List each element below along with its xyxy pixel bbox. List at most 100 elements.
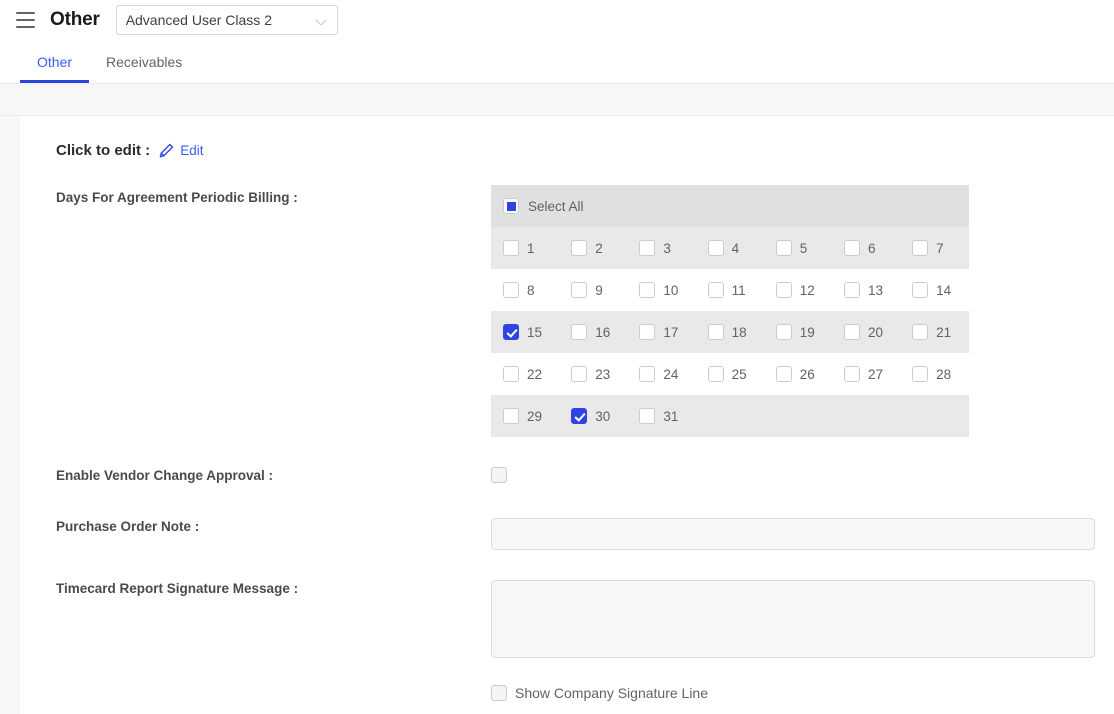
day-label-17: 17 <box>663 324 679 340</box>
day-cell-30[interactable]: 30 <box>559 408 627 424</box>
day-cell-11[interactable]: 11 <box>696 282 764 298</box>
day-label-1: 1 <box>527 240 535 256</box>
day-checkbox-17[interactable] <box>639 324 656 340</box>
day-cell-16[interactable]: 16 <box>559 324 627 340</box>
day-cell-9[interactable]: 9 <box>559 282 627 298</box>
days-grid-row: 8 9 10 11 12 13 14 <box>491 269 969 311</box>
day-cell-2[interactable]: 2 <box>559 240 627 256</box>
page-title: Other <box>50 9 100 30</box>
timecard-signature-textarea[interactable] <box>491 580 1095 658</box>
day-checkbox-4[interactable] <box>707 240 724 256</box>
day-label-5: 5 <box>799 240 808 256</box>
day-checkbox-5[interactable] <box>775 240 792 256</box>
vendor-approval-checkbox[interactable] <box>491 467 507 483</box>
day-label-20: 20 <box>867 324 883 340</box>
select-all-checkbox[interactable] <box>503 198 519 214</box>
day-checkbox-16[interactable] <box>571 324 588 340</box>
day-checkbox-26[interactable] <box>775 366 792 382</box>
day-checkbox-18[interactable] <box>707 324 724 340</box>
days-billing-control: Select All 1 2 3 4 5 6 7 8 9 10 11 12 13 14 15 16 17 18 19… <box>491 185 1094 437</box>
day-cell-29[interactable]: 29 <box>491 408 559 424</box>
user-class-select[interactable]: Advanced User Class 2 <box>115 5 338 35</box>
day-checkbox-12[interactable] <box>775 282 792 298</box>
day-checkbox-7[interactable] <box>912 240 929 256</box>
day-checkbox-29[interactable] <box>503 408 519 424</box>
day-cell-6[interactable]: 6 <box>832 240 900 256</box>
day-cell-18[interactable]: 18 <box>696 324 764 340</box>
day-cell-31[interactable]: 31 <box>627 408 695 424</box>
day-cell-17[interactable]: 17 <box>627 324 695 340</box>
day-checkbox-14[interactable] <box>912 282 929 298</box>
tab-other[interactable]: Other <box>20 40 90 83</box>
day-cell-21[interactable]: 21 <box>900 324 968 340</box>
day-cell-26[interactable]: 26 <box>764 366 832 382</box>
day-cell-8[interactable]: 8 <box>491 282 559 298</box>
day-cell-7[interactable]: 7 <box>900 240 968 256</box>
day-checkbox-8[interactable] <box>503 282 519 298</box>
day-cell-20[interactable]: 20 <box>832 324 900 340</box>
day-cell-12[interactable]: 12 <box>764 282 832 298</box>
day-cell-4[interactable]: 4 <box>696 240 764 256</box>
tab-receivables[interactable]: Receivables <box>89 40 199 83</box>
tab-receivables-label: Receivables <box>106 53 183 70</box>
day-cell-3[interactable]: 3 <box>627 240 695 256</box>
top-bar: Other Advanced User Class 2 <box>0 0 1114 40</box>
day-cell-24[interactable]: 24 <box>627 366 695 382</box>
day-cell-28[interactable]: 28 <box>900 366 968 382</box>
day-label-10: 10 <box>663 282 679 298</box>
day-checkbox-31[interactable] <box>639 408 656 424</box>
show-signature-line-checkbox[interactable] <box>491 685 507 701</box>
day-checkbox-30[interactable] <box>571 408 588 424</box>
day-checkbox-9[interactable] <box>571 282 588 298</box>
day-cell-15[interactable]: 15 <box>491 324 559 340</box>
day-cell-27[interactable]: 27 <box>832 366 900 382</box>
day-checkbox-6[interactable] <box>843 240 860 256</box>
day-cell-5[interactable]: 5 <box>764 240 832 256</box>
timecard-signature-control: Show Company Signature Line <box>491 580 1095 701</box>
day-checkbox-3[interactable] <box>639 240 656 256</box>
hamburger-icon[interactable] <box>12 7 38 33</box>
days-billing-label: Days For Agreement Periodic Billing : <box>56 190 298 205</box>
day-label-31: 31 <box>663 408 679 424</box>
day-cell-23[interactable]: 23 <box>559 366 627 382</box>
day-checkbox-2[interactable] <box>571 240 588 256</box>
day-cell-14[interactable]: 14 <box>900 282 968 298</box>
day-checkbox-27[interactable] <box>843 366 860 382</box>
day-checkbox-23[interactable] <box>571 366 588 382</box>
day-checkbox-22[interactable] <box>503 366 519 382</box>
purchase-order-note-row: Purchase Order Note : <box>36 518 1095 550</box>
day-checkbox-19[interactable] <box>775 324 792 340</box>
day-cell-19[interactable]: 19 <box>764 324 832 340</box>
select-all-label: Select All <box>528 198 584 214</box>
day-checkbox-24[interactable] <box>639 366 656 382</box>
content-spacer-band <box>0 84 1114 116</box>
tab-bar: Other Receivables <box>0 40 1114 84</box>
day-cell-22[interactable]: 22 <box>491 366 559 382</box>
vendor-approval-label: Enable Vendor Change Approval : <box>56 468 274 483</box>
day-checkbox-11[interactable] <box>707 282 724 298</box>
timecard-signature-row: Timecard Report Signature Message : Show… <box>36 580 1095 701</box>
day-checkbox-28[interactable] <box>912 366 929 382</box>
day-checkbox-10[interactable] <box>639 282 656 298</box>
purchase-order-note-input[interactable] <box>491 518 1095 550</box>
day-cell-1[interactable]: 1 <box>491 240 559 256</box>
day-label-24: 24 <box>663 366 679 382</box>
vendor-approval-row: Enable Vendor Change Approval : <box>36 467 1094 488</box>
hamburger-line <box>15 12 35 14</box>
day-cell-13[interactable]: 13 <box>832 282 900 298</box>
day-checkbox-20[interactable] <box>843 324 860 340</box>
day-cell-10[interactable]: 10 <box>627 282 695 298</box>
edit-link[interactable]: Edit <box>180 143 203 158</box>
day-checkbox-25[interactable] <box>707 366 724 382</box>
show-signature-line-row[interactable]: Show Company Signature Line <box>491 685 1095 701</box>
days-grid-row: 22 23 24 25 26 27 28 <box>491 353 969 395</box>
days-grid-header[interactable]: Select All <box>491 185 969 227</box>
day-cell-25[interactable]: 25 <box>696 366 764 382</box>
day-checkbox-21[interactable] <box>912 324 929 340</box>
day-checkbox-1[interactable] <box>503 240 519 256</box>
day-checkbox-15[interactable] <box>503 324 519 340</box>
day-checkbox-13[interactable] <box>843 282 860 298</box>
hamburger-line <box>15 19 35 21</box>
day-label-22: 22 <box>527 366 543 382</box>
pencil-edit-icon[interactable] <box>159 143 174 158</box>
